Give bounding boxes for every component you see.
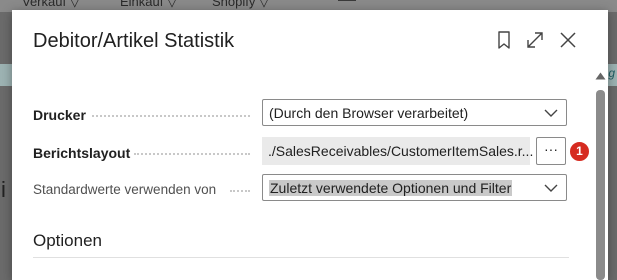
report-request-dialog: Debitor/Artikel Statistik Drucker (Durch…: [12, 10, 608, 280]
report-layout-label: Berichtslayout: [33, 145, 131, 161]
report-layout-leader-dots: [134, 153, 250, 155]
background-nav-einkauf: Einkauf ▽: [120, 0, 177, 9]
background-letter-fragment: i: [1, 177, 6, 202]
defaults-label: Standardwerte verwenden von: [33, 182, 217, 197]
defaults-select-value: Zuletzt verwendete Optionen und Filter: [269, 180, 513, 196]
dialog-title: Debitor/Artikel Statistik: [33, 30, 235, 52]
printer-select[interactable]: (Durch den Browser verarbeitet): [262, 99, 567, 126]
step-badge: 1: [569, 141, 590, 162]
defaults-select[interactable]: Zuletzt verwendete Optionen und Filter: [262, 174, 567, 201]
report-layout-value: ./SalesReceivables/CustomerItemSales.r..…: [268, 143, 534, 159]
report-layout-assist-button[interactable]: ···: [536, 137, 566, 165]
printer-label: Drucker: [33, 107, 86, 123]
chevron-down-icon: [544, 184, 558, 192]
defaults-leader-dots: [230, 190, 250, 192]
bookmark-icon[interactable]: [493, 29, 515, 51]
printer-leader-dots: [92, 115, 250, 117]
close-icon[interactable]: [557, 29, 579, 51]
background-divider: [338, 0, 356, 1]
printer-select-value: (Durch den Browser verarbeitet): [269, 105, 469, 121]
expand-icon[interactable]: [524, 29, 546, 51]
background-nav-verkauf: Verkauf ▽: [22, 0, 80, 9]
scroll-up-arrow-icon[interactable]: [595, 72, 606, 80]
options-section-divider: [33, 257, 569, 258]
options-section-title: Optionen: [33, 231, 102, 250]
background-nav-shopify: Shopify ▽: [212, 0, 269, 9]
chevron-down-icon: [544, 109, 558, 117]
report-layout-field[interactable]: ./SalesReceivables/CustomerItemSales.r..…: [262, 137, 534, 165]
scrollbar-thumb[interactable]: [596, 90, 605, 280]
